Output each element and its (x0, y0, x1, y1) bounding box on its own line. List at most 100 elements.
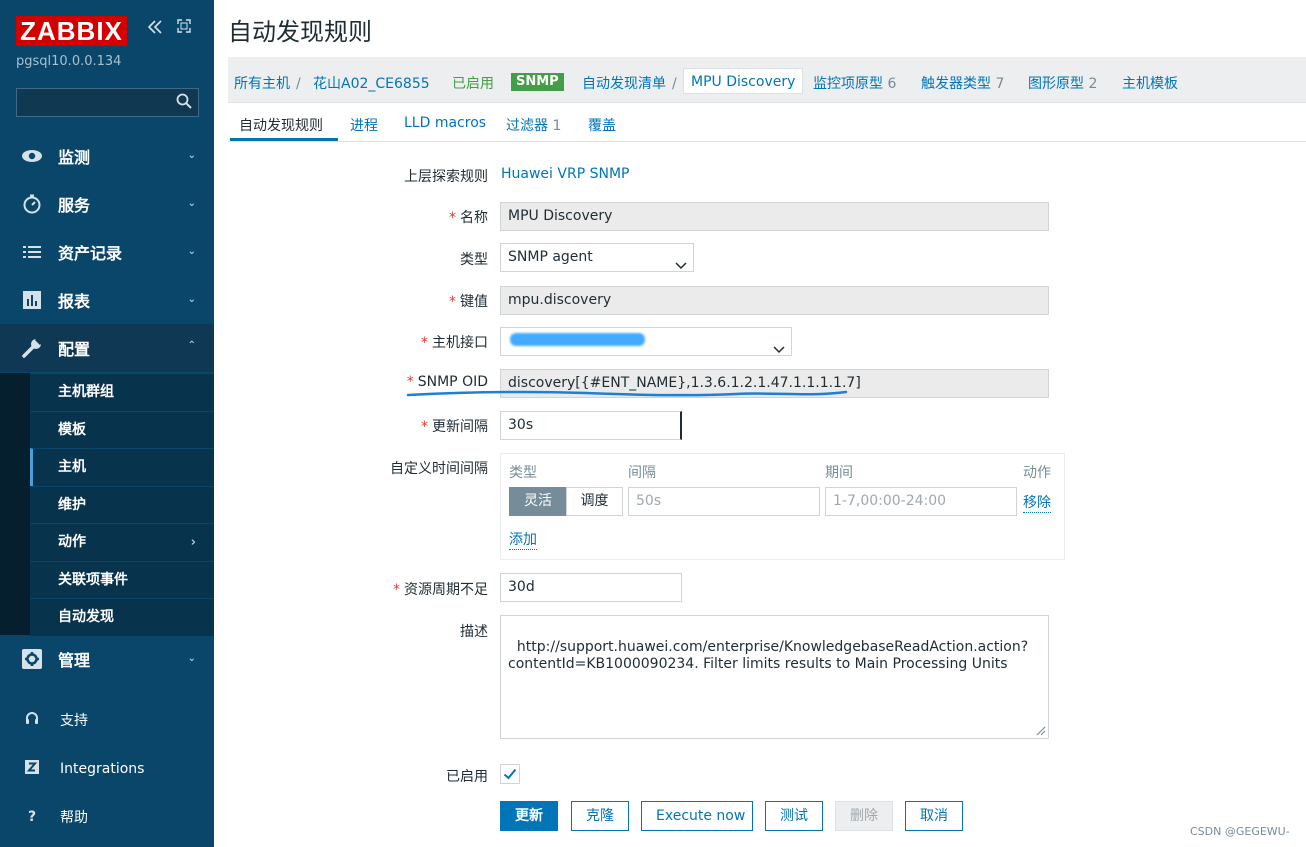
host-status-enabled[interactable]: 已启用 (452, 73, 494, 93)
menu-item-inventory[interactable]: 资产记录 ⌄ (0, 228, 214, 276)
link-label: 图形原型 (1028, 76, 1084, 92)
description-textarea[interactable]: http://support.huawei.com/enterprise/Kno… (500, 615, 1049, 739)
name-label: * 名称 (449, 207, 488, 227)
required-marker: * (421, 419, 428, 435)
type-select[interactable]: SNMP agent (500, 243, 694, 272)
scheduling-toggle[interactable]: 调度 (566, 487, 623, 516)
description-label: 描述 (460, 624, 488, 640)
sidebar: ZABBIX pgsql10.0.0.134 监测 ⌄ 服务 ⌄ 资产记录 ⌄ … (0, 0, 214, 847)
col-action-header: 动作 (1023, 465, 1051, 481)
label-text: 更新间隔 (432, 419, 488, 435)
col-interval-header: 间隔 (628, 465, 656, 481)
submenu-discovery[interactable]: 自动发现 (30, 598, 214, 636)
watermark: CSDN @GEGEWU- (1190, 825, 1290, 838)
item-prototypes-link[interactable]: 监控项原型 6 (813, 73, 896, 93)
menu-item-monitoring[interactable]: 监测 ⌄ (0, 132, 214, 180)
interval-input[interactable]: 50s (628, 487, 820, 516)
chevron-down-icon: ⌄ (187, 150, 196, 161)
search-icon[interactable] (176, 93, 192, 109)
submenu-hosts[interactable]: 主机 (30, 448, 214, 486)
breadcrumb-discovery-list[interactable]: 自动发现清单 / (582, 73, 683, 93)
count-badge: 1 (552, 118, 562, 134)
execute-now-button[interactable]: Execute now (641, 801, 753, 831)
menu-label: 资产记录 (58, 244, 123, 263)
delete-button[interactable]: 删除 (835, 801, 893, 831)
enabled-checkbox[interactable] (500, 764, 520, 784)
tab-overrides[interactable]: 覆盖 (588, 115, 616, 135)
lost-resources-field[interactable]: 30d (500, 573, 682, 602)
link-label: 触发器类型 (921, 76, 991, 92)
submenu-indent (0, 373, 30, 635)
submenu-templates[interactable]: 模板 (30, 410, 214, 449)
clock-icon (20, 192, 44, 216)
menu-label: 帮助 (60, 810, 88, 826)
tab-lld-macros[interactable]: LLD macros (404, 115, 486, 131)
update-button[interactable]: 更新 (500, 801, 558, 831)
graph-prototypes-link[interactable]: 图形原型 2 (1028, 73, 1097, 93)
breadcrumb-all-hosts[interactable]: 所有主机 / (234, 73, 307, 93)
label-text: 资源周期不足 (404, 582, 488, 598)
required-marker: * (449, 210, 456, 226)
type-label: 类型 (460, 252, 488, 268)
cancel-button[interactable]: 取消 (905, 801, 963, 831)
headset-icon (22, 710, 42, 730)
zabbix-logo[interactable]: ZABBIX (16, 16, 127, 46)
label-text: 键值 (460, 294, 488, 310)
checkmark-icon (501, 768, 519, 787)
submenu-event-correlation[interactable]: 关联项事件 (30, 560, 214, 599)
remove-interval-link[interactable]: 移除 (1023, 492, 1051, 513)
menu-item-help[interactable]: ? 帮助 (0, 797, 214, 837)
tab-preprocessing[interactable]: 进程 (350, 115, 378, 135)
add-interval-link[interactable]: 添加 (509, 529, 537, 550)
key-field[interactable]: mpu.discovery (500, 286, 1049, 315)
required-marker: * (449, 294, 456, 310)
trigger-prototypes-link[interactable]: 触发器类型 7 (921, 73, 1004, 93)
name-field[interactable]: MPU Discovery (500, 202, 1049, 231)
host-templates-link[interactable]: 主机模板 (1122, 73, 1178, 93)
chevron-right-icon: › (190, 535, 196, 550)
hand-drawn-underline (406, 390, 848, 397)
form-tabs (228, 104, 1306, 142)
flexible-toggle[interactable]: 灵活 (509, 487, 567, 516)
menu-label: 管理 (58, 651, 91, 670)
menu-item-support[interactable]: 支持 (0, 700, 214, 740)
test-button[interactable]: 测试 (765, 801, 823, 831)
update-interval-field[interactable]: 30s (500, 411, 682, 440)
menu-item-administration[interactable]: 管理 ⌄ (0, 635, 214, 683)
active-tab-indicator (230, 138, 338, 141)
chevron-down-icon: ⌄ (187, 653, 196, 664)
menu-item-reports[interactable]: 报表 ⌄ (0, 276, 214, 324)
count-badge: 7 (995, 76, 1005, 92)
link-label: 监控项原型 (813, 76, 883, 92)
menu-label: 报表 (58, 292, 91, 311)
submenu-actions[interactable]: 动作 › (30, 523, 214, 561)
key-label: * 键值 (449, 291, 488, 311)
clone-button[interactable]: 克隆 (571, 801, 629, 831)
menu-item-configuration[interactable]: 配置 ⌃ (0, 324, 214, 372)
menu-item-integrations[interactable]: Integrations (0, 749, 214, 789)
chevron-down-icon: ⌄ (187, 198, 196, 209)
submenu-maintenance[interactable]: 维护 (30, 485, 214, 524)
double-chevron-left-icon[interactable] (146, 18, 164, 41)
server-name: pgsql10.0.0.134 (16, 54, 122, 69)
sidebar-search-input[interactable] (16, 88, 199, 117)
chevron-down-icon: ⌄ (187, 246, 196, 257)
breadcrumb-host[interactable]: 花山A02_CE6855 (313, 73, 430, 93)
parent-rule-link[interactable]: Huawei VRP SNMP (501, 166, 629, 182)
breadcrumb-current-rule[interactable]: MPU Discovery (683, 68, 804, 94)
period-input[interactable]: 1-7,00:00-24:00 (825, 487, 1017, 516)
label-text: 名称 (460, 210, 488, 226)
breadcrumb-separator: / (672, 76, 677, 92)
interface-label: * 主机接口 (421, 332, 488, 352)
eye-icon (20, 144, 44, 168)
breadcrumb-separator: / (296, 76, 301, 92)
menu-item-services[interactable]: 服务 ⌄ (0, 180, 214, 228)
submenu-host-groups[interactable]: 主机群组 (30, 373, 214, 411)
update-interval-label: * 更新间隔 (421, 416, 488, 436)
tab-filters[interactable]: 过滤器 1 (506, 115, 561, 135)
resize-handle-icon[interactable] (1034, 724, 1046, 736)
expand-icon[interactable] (176, 18, 192, 39)
tab-discovery-rule[interactable]: 自动发现规则 (239, 115, 323, 135)
bar-chart-icon (20, 288, 44, 312)
description-text: http://support.huawei.com/enterprise/Kno… (508, 639, 1029, 672)
